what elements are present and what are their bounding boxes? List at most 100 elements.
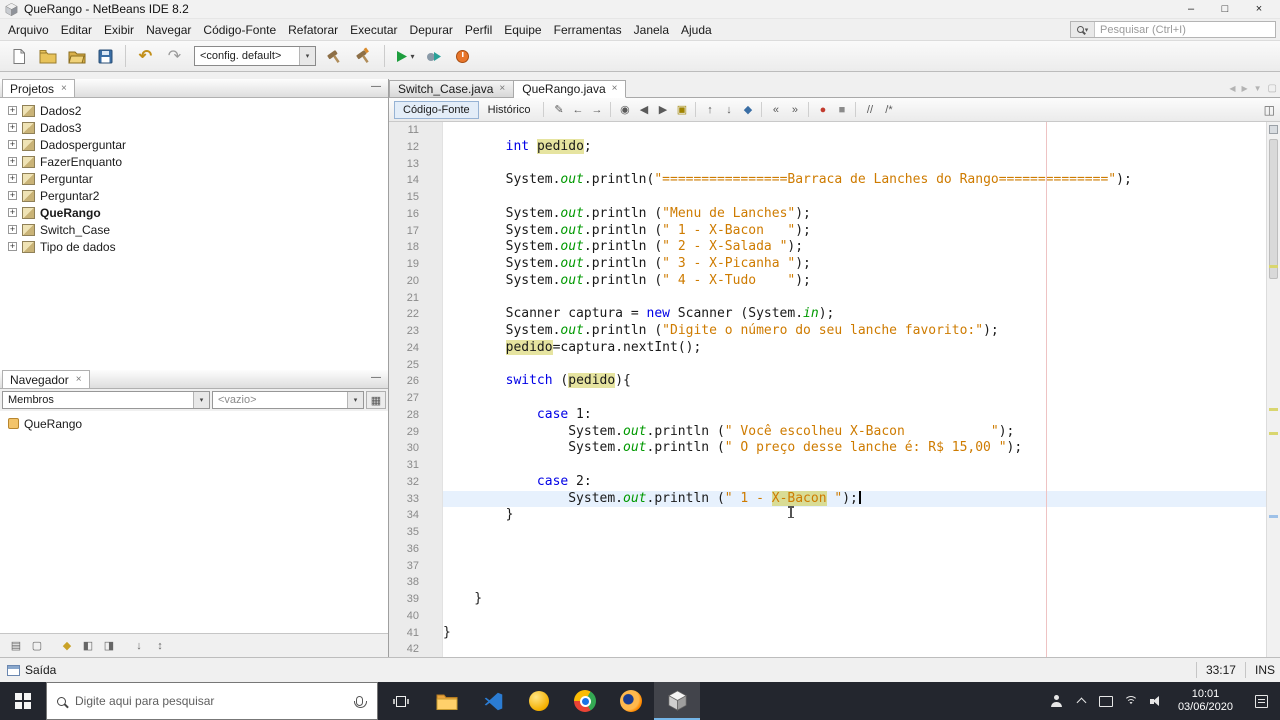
- line-number[interactable]: 24: [389, 339, 426, 357]
- show-fields-icon[interactable]: ◧: [79, 637, 97, 655]
- scroll-tabs-left-icon[interactable]: ◀: [1229, 84, 1235, 93]
- previous-bookmark-icon[interactable]: ↑: [700, 100, 719, 119]
- close-icon[interactable]: ×: [76, 374, 82, 385]
- volume-tray-button[interactable]: [1144, 682, 1169, 720]
- config-select[interactable]: <config. default> ▾: [194, 46, 316, 66]
- uncomment-lines-icon[interactable]: /*: [879, 100, 898, 119]
- code-text[interactable]: int pedido;: [443, 138, 1280, 156]
- project-item[interactable]: + Tipo de dados: [0, 238, 388, 255]
- line-number[interactable]: 14: [389, 172, 426, 189]
- project-item[interactable]: + Switch_Case: [0, 221, 388, 238]
- line-number[interactable]: 33: [389, 490, 426, 508]
- navigator-item[interactable]: QueRango: [0, 415, 388, 432]
- search-icon[interactable]: ▾: [1071, 22, 1095, 37]
- code-text[interactable]: System.out.println (" 2 - X-Salada ");: [443, 239, 1280, 256]
- action-center-button[interactable]: [1242, 682, 1280, 720]
- forward-icon[interactable]: →: [587, 100, 606, 119]
- code-text[interactable]: [443, 390, 1280, 407]
- menu-item[interactable]: Editar: [55, 21, 98, 39]
- profile-project-button[interactable]: [449, 43, 476, 69]
- line-number[interactable]: 20: [389, 272, 426, 290]
- shift-left-icon[interactable]: «: [766, 100, 785, 119]
- line-number[interactable]: 23: [389, 323, 426, 340]
- stop-macro-recording-icon[interactable]: ■: [832, 100, 851, 119]
- line-number[interactable]: 32: [389, 473, 426, 491]
- comment-lines-icon[interactable]: //: [860, 100, 879, 119]
- firefox-button[interactable]: [608, 682, 654, 720]
- line-number[interactable]: 26: [389, 373, 426, 390]
- code-text[interactable]: System.out.println (" 1 - X-Bacon ");: [443, 223, 1280, 240]
- menu-item[interactable]: Ajuda: [675, 21, 718, 39]
- editor-members-icon[interactable]: ▢: [28, 637, 46, 655]
- vscode-button[interactable]: [470, 682, 516, 720]
- source-view-button[interactable]: Código-Fonte: [394, 100, 479, 119]
- menu-item[interactable]: Navegar: [140, 21, 197, 39]
- line-number[interactable]: 39: [389, 591, 426, 608]
- code-text[interactable]: [443, 156, 1280, 173]
- line-number[interactable]: 12: [389, 138, 426, 156]
- history-view-button[interactable]: Histórico: [480, 102, 539, 118]
- expand-icon[interactable]: +: [8, 140, 17, 149]
- tab-switch-case[interactable]: Switch_Case.java ×: [389, 80, 515, 98]
- code-text[interactable]: [443, 457, 1280, 474]
- menu-item[interactable]: Código-Fonte: [197, 21, 282, 39]
- netbeans-taskbar-button[interactable]: [654, 682, 700, 720]
- find-selection-icon[interactable]: ◉: [615, 100, 634, 119]
- line-number[interactable]: 36: [389, 540, 426, 558]
- close-icon[interactable]: ×: [612, 84, 618, 94]
- network-tray-button[interactable]: [1119, 682, 1144, 720]
- line-number[interactable]: 16: [389, 205, 426, 223]
- minimize-panel-icon[interactable]: —: [371, 372, 381, 383]
- navigator-panel-tab[interactable]: Navegador ×: [2, 370, 90, 388]
- hidden-icons-button[interactable]: [1069, 682, 1094, 720]
- line-number[interactable]: 41: [389, 624, 426, 642]
- minimize-panel-icon[interactable]: —: [371, 81, 381, 92]
- menu-item[interactable]: Equipe: [498, 21, 547, 39]
- show-inherited-members-icon[interactable]: ◆: [58, 637, 76, 655]
- lightbulb-app-button[interactable]: [516, 682, 562, 720]
- expand-icon[interactable]: +: [8, 208, 17, 217]
- line-number[interactable]: 13: [389, 155, 426, 173]
- code-text[interactable]: [443, 608, 1280, 625]
- line-number[interactable]: 28: [389, 406, 426, 424]
- output-window-button[interactable]: Saída: [7, 663, 56, 677]
- code-text[interactable]: System.out.println (" 4 - X-Tudo ");: [443, 273, 1280, 290]
- code-text[interactable]: [443, 122, 1280, 139]
- tab-querango[interactable]: QueRango.java ×: [514, 80, 627, 98]
- navigator-options-button[interactable]: ▦: [366, 391, 386, 409]
- maximize-button[interactable]: □: [1208, 0, 1242, 18]
- code-text[interactable]: [443, 189, 1280, 206]
- toggle-bookmark-icon[interactable]: ◆: [738, 100, 757, 119]
- members-view-select[interactable]: Membros ▾: [2, 391, 210, 409]
- line-number[interactable]: 19: [389, 256, 426, 273]
- filter-select[interactable]: <vazio> ▾: [212, 391, 364, 409]
- new-project-button[interactable]: [34, 43, 61, 69]
- file-explorer-button[interactable]: [424, 682, 470, 720]
- line-number[interactable]: 37: [389, 557, 426, 575]
- menu-item[interactable]: Executar: [344, 21, 403, 39]
- code-text[interactable]: System.out.println (" 1 - X-Bacon ");: [443, 490, 1280, 508]
- expand-icon[interactable]: +: [8, 225, 17, 234]
- back-icon[interactable]: ←: [568, 100, 587, 119]
- code-text[interactable]: [443, 524, 1280, 541]
- line-number[interactable]: 25: [389, 356, 426, 374]
- expand-icon[interactable]: +: [8, 106, 17, 115]
- minimize-button[interactable]: –: [1174, 0, 1208, 18]
- menu-item[interactable]: Janela: [628, 21, 675, 39]
- maximize-tab-icon[interactable]: ▢: [1268, 83, 1277, 94]
- code-text[interactable]: case 2:: [443, 474, 1280, 491]
- menu-item[interactable]: Exibir: [98, 21, 140, 39]
- line-number[interactable]: 17: [389, 222, 426, 240]
- microphone-icon[interactable]: [353, 696, 367, 708]
- current-line-mark[interactable]: [1269, 515, 1278, 518]
- close-button[interactable]: ×: [1242, 0, 1276, 18]
- code-text[interactable]: }: [443, 591, 1280, 608]
- line-number[interactable]: 42: [389, 641, 426, 657]
- save-all-button[interactable]: [92, 43, 119, 69]
- next-bookmark-icon[interactable]: ↓: [719, 100, 738, 119]
- close-icon[interactable]: ×: [61, 83, 67, 94]
- find-previous-occurrence-icon[interactable]: ◀: [634, 100, 653, 119]
- run-project-button[interactable]: ▾: [391, 43, 418, 69]
- taskbar-search-box[interactable]: Digite aqui para pesquisar: [46, 682, 378, 720]
- scrollbar-thumb[interactable]: [1269, 139, 1278, 279]
